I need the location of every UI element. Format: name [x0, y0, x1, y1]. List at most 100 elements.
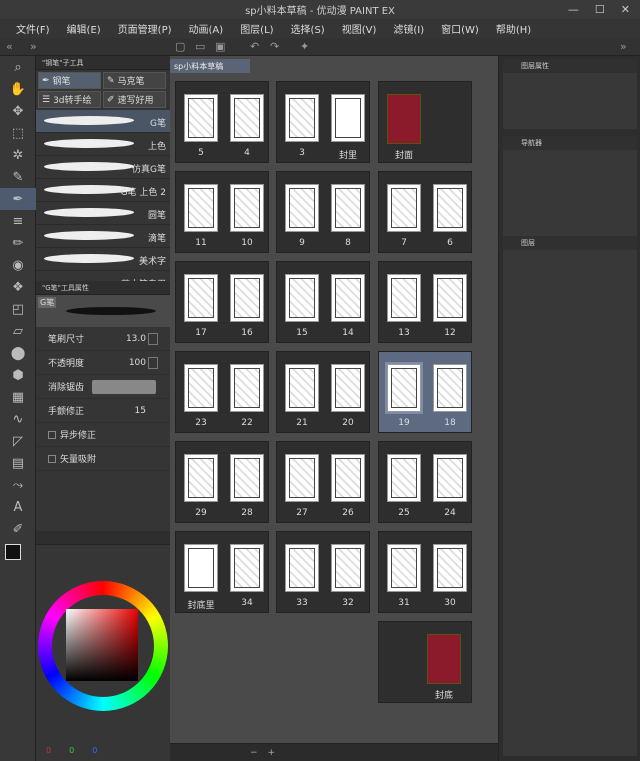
page-thumbnail[interactable]: [230, 184, 264, 232]
prop-value[interactable]: 100: [129, 358, 146, 368]
prop-vector-snap[interactable]: 矢量吸附: [36, 447, 170, 471]
menu-select[interactable]: 选择(S): [291, 21, 325, 36]
prop-opacity[interactable]: 不透明度 100: [36, 351, 170, 375]
brush-tool-icon[interactable]: ✏: [0, 232, 36, 254]
page-spread[interactable]: 15 14: [276, 261, 370, 343]
collapse-right-panel-icon[interactable]: »: [620, 40, 627, 53]
page-thumbnail[interactable]: [433, 544, 467, 592]
page-thumbnail[interactable]: [285, 274, 319, 322]
page-thumbnail[interactable]: [387, 274, 421, 322]
page-spread[interactable]: 13 12: [378, 261, 472, 343]
green-value[interactable]: 0: [69, 746, 74, 755]
page-thumbnail[interactable]: [230, 274, 264, 322]
page-thumbnail[interactable]: [433, 454, 467, 502]
page-thumbnail[interactable]: [433, 274, 467, 322]
prop-value[interactable]: 15: [135, 406, 146, 416]
menu-help[interactable]: 帮助(H): [496, 21, 531, 36]
page-thumbnail[interactable]: [184, 94, 218, 142]
page-thumbnail[interactable]: [331, 364, 365, 412]
antialias-selector[interactable]: [92, 379, 156, 394]
color-tabs[interactable]: [36, 531, 170, 545]
checkbox[interactable]: [48, 454, 56, 463]
prop-post-correction[interactable]: 异步修正: [36, 423, 170, 447]
page-thumbnail[interactable]: [385, 362, 423, 414]
brush-item[interactable]: G笔: [36, 110, 170, 133]
brush-item[interactable]: 上色: [36, 133, 170, 156]
main-color-swatch[interactable]: [5, 544, 21, 560]
page-thumbnail[interactable]: [331, 274, 365, 322]
page-thumbnail[interactable]: [184, 274, 218, 322]
correct-line-icon[interactable]: ✐: [0, 518, 36, 540]
page-thumbnail[interactable]: [433, 184, 467, 232]
page-spread[interactable]: 封底里 34: [175, 531, 269, 613]
menu-layer[interactable]: 图层(L): [240, 21, 273, 36]
prop-antialias[interactable]: 消除锯齿: [36, 375, 170, 399]
redo-icon[interactable]: ↷: [270, 40, 279, 53]
decoration-icon[interactable]: ❖: [0, 276, 36, 298]
prop-value[interactable]: 13.0: [126, 334, 146, 344]
page-thumbnail[interactable]: [331, 454, 365, 502]
balloon-icon[interactable]: ⤳: [0, 474, 36, 496]
brush-item[interactable]: G笔 上色 2: [36, 179, 170, 202]
menu-view[interactable]: 视图(V): [342, 21, 377, 36]
subtool-tab-3d[interactable]: ☰ 3d转手绘: [38, 91, 101, 108]
page-thumbnail[interactable]: [285, 364, 319, 412]
text-tool-icon[interactable]: A: [0, 496, 36, 518]
gradient-icon[interactable]: ▦: [0, 386, 36, 408]
curve-icon[interactable]: ∿: [0, 408, 36, 430]
brush-item[interactable]: 滴笔: [36, 225, 170, 248]
cover-thumbnail[interactable]: [427, 634, 461, 684]
page-spread[interactable]: 33 32: [276, 531, 370, 613]
color-wheel[interactable]: [38, 581, 168, 711]
prop-stabilization[interactable]: 手颤修正 15: [36, 399, 170, 423]
red-value[interactable]: 0: [46, 746, 51, 755]
blend-tool-icon[interactable]: ◰: [0, 298, 36, 320]
page-spread[interactable]: 11 10: [175, 171, 269, 253]
page-thumbnail[interactable]: [331, 94, 365, 142]
page-spread[interactable]: 3 封里: [276, 81, 370, 163]
page-spread[interactable]: 23 22: [175, 351, 269, 433]
eyedropper-icon[interactable]: ✎: [0, 166, 36, 188]
move-tool-icon[interactable]: ✥: [0, 100, 36, 122]
undo-icon[interactable]: ↶: [250, 40, 259, 53]
document-tab[interactable]: sp小料本草稿: [170, 59, 250, 73]
size-dropdown-icon[interactable]: [148, 332, 158, 345]
maximize-icon[interactable]: ☐: [595, 3, 605, 16]
page-thumbnail[interactable]: [331, 544, 365, 592]
page-spread[interactable]: 76: [378, 171, 472, 253]
collapse-right-icon[interactable]: »: [30, 40, 37, 53]
page-spread[interactable]: 31 30: [378, 531, 472, 613]
paint-bucket-icon[interactable]: ⬢: [0, 364, 36, 386]
frame-icon[interactable]: ◸: [0, 430, 36, 452]
blue-value[interactable]: 0: [92, 746, 97, 755]
ruler-icon[interactable]: ▤: [0, 452, 36, 474]
pen-tool-icon[interactable]: ✒: [0, 188, 36, 210]
page-thumbnail[interactable]: [184, 454, 218, 502]
page-thumbnail[interactable]: [331, 184, 365, 232]
page-thumbnail[interactable]: [285, 454, 319, 502]
page-spread[interactable]: 27 26: [276, 441, 370, 523]
prop-brush-size[interactable]: 笔刷尺寸 13.0: [36, 327, 170, 351]
page-spread[interactable]: 54: [175, 81, 269, 163]
zoom-out-icon[interactable]: −: [250, 748, 258, 758]
checkbox[interactable]: [48, 430, 56, 439]
zoom-in-icon[interactable]: +: [268, 748, 276, 758]
collapse-left-icon[interactable]: «: [6, 40, 13, 53]
brush-item[interactable]: 美术字: [36, 248, 170, 271]
opacity-toggle-icon[interactable]: [148, 356, 158, 369]
page-thumbnail[interactable]: [230, 454, 264, 502]
page-thumbnail[interactable]: [184, 544, 218, 592]
page-thumbnail[interactable]: [433, 364, 467, 412]
zoom-tool-icon[interactable]: ⌕: [0, 56, 36, 78]
menu-window[interactable]: 窗口(W): [441, 21, 479, 36]
color-square[interactable]: [66, 609, 138, 681]
subtool-tab-pen[interactable]: ✒ 钢笔: [38, 72, 101, 89]
transform-icon[interactable]: ✦: [300, 40, 309, 53]
page-thumbnail[interactable]: [285, 544, 319, 592]
open-icon[interactable]: ▭: [195, 40, 205, 53]
menu-file[interactable]: 文件(F): [16, 21, 50, 36]
page-spread[interactable]: 封底: [378, 621, 472, 703]
menu-filter[interactable]: 滤镜(I): [393, 21, 424, 36]
menu-page[interactable]: 页面管理(P): [118, 21, 172, 36]
page-spread[interactable]: 封面: [378, 81, 472, 163]
